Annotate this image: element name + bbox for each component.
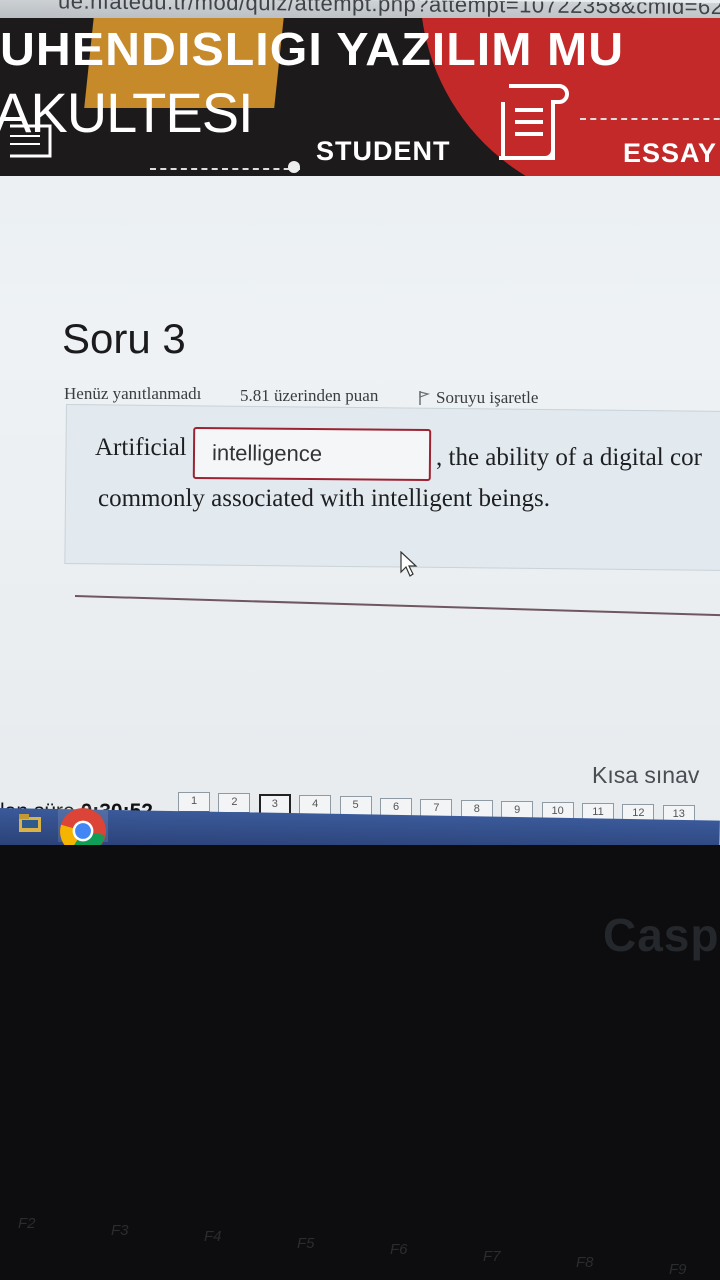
- question-text-after: , the ability of a digital cor: [436, 444, 702, 471]
- question-title: Soru 3: [62, 315, 186, 362]
- function-key-label: F4: [204, 1228, 222, 1245]
- banner-student-label: STUDENT: [316, 136, 451, 166]
- site-banner: UHENDISLIGI YAZILIM MU AKULTESI STUDENT …: [0, 18, 720, 176]
- function-key-label: F3: [111, 1221, 129, 1239]
- section-divider: [74, 595, 720, 617]
- document-icon: [499, 84, 569, 160]
- question-text-before: Artificial: [95, 434, 187, 461]
- quiz-nav-number: 5: [352, 799, 359, 812]
- quiz-nav-number: 10: [551, 804, 564, 817]
- function-key-label: F6: [390, 1241, 408, 1258]
- quiz-nav-number: 9: [514, 803, 521, 816]
- screen: ue.nfatedu.tr/mod/quiz/attempt.php?attem…: [0, 0, 720, 845]
- answer-input[interactable]: [192, 426, 432, 482]
- question-state: Henüz yanıtlanmadı: [64, 384, 202, 403]
- flag-icon: [419, 391, 430, 405]
- quiz-nav-number: 13: [672, 808, 685, 821]
- question-text-line2: commonly associated with intelligent bei…: [98, 485, 551, 512]
- function-key-label: F7: [483, 1247, 501, 1265]
- banner-decor-icon: [10, 124, 52, 158]
- function-key-label: F5: [297, 1234, 315, 1252]
- function-key-label: F2: [18, 1215, 36, 1232]
- banner-title-line1: UHENDISLIGI YAZILIM MU: [0, 23, 625, 75]
- quiz-nav-number: 2: [231, 796, 238, 809]
- quiz-nav-number: 3: [271, 798, 278, 811]
- chrome-icon: [60, 808, 106, 845]
- banner-dot: [288, 161, 300, 173]
- quiz-nav-number: 12: [632, 807, 645, 820]
- quiz-nav-number: 8: [473, 802, 480, 815]
- banner-essay-label: ESSAY: [623, 138, 718, 168]
- question-grade: 5.81 üzerinden puan: [240, 386, 379, 405]
- banner-dash-line: [580, 118, 720, 120]
- laptop-brand-logo: Casp: [603, 909, 720, 961]
- quiz-nav-number: 1: [190, 795, 198, 807]
- quiz-nav-number: 7: [433, 801, 440, 814]
- quiz-nav-number: 11: [592, 806, 604, 818]
- quiz-nav-number: 6: [392, 800, 400, 813]
- banner-dash-line: [150, 168, 300, 170]
- chrome-taskbar-button[interactable]: [58, 806, 108, 845]
- mouse-cursor-icon: [400, 551, 418, 577]
- flag-question-label[interactable]: Soruyu işaretle: [436, 388, 538, 408]
- flag-question-link[interactable]: Soruyu işaretle: [418, 388, 538, 408]
- function-key-label: F9: [669, 1260, 687, 1278]
- quiz-navigation-heading: Kısa sınav: [592, 762, 700, 788]
- function-key-label: F8: [576, 1254, 594, 1271]
- quiz-nav-number: 4: [312, 798, 319, 811]
- folder-icon[interactable]: [18, 813, 42, 833]
